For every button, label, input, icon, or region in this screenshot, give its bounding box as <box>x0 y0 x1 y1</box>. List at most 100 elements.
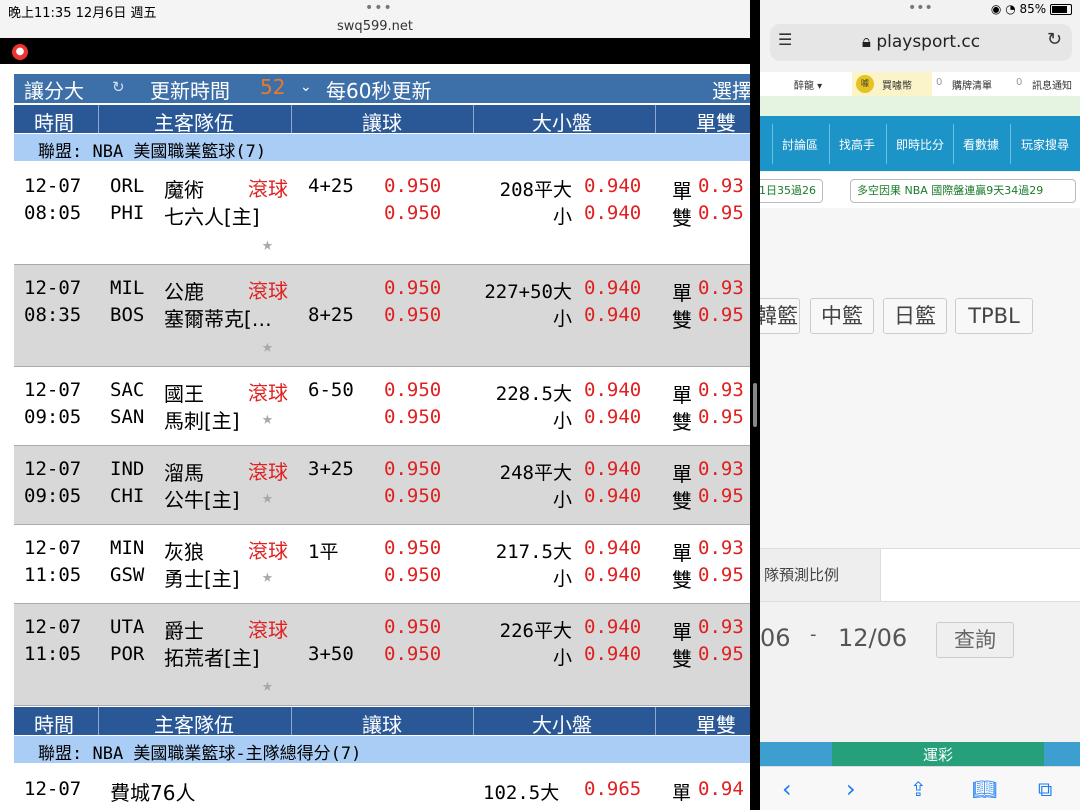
marquee-item[interactable]: 1日35過26 <box>760 179 823 203</box>
odd-odds[interactable]: 0.94 <box>698 778 744 800</box>
home-code: CHI <box>110 485 145 507</box>
refresh-icon[interactable]: ↻ <box>112 78 125 96</box>
nav-forum[interactable]: 討論區 <box>782 136 818 153</box>
right-url[interactable]: playsport.cc <box>876 32 980 52</box>
odd-odds[interactable]: 0.93 <box>698 379 744 401</box>
table-row[interactable]: 12-07 費城76人 102.5大 0.965 單 0.94 <box>14 764 750 810</box>
spread-odds-home[interactable]: 0.950 <box>384 304 441 326</box>
over-odds[interactable]: 0.940 <box>584 537 641 559</box>
favorite-star-icon[interactable]: ★ <box>262 487 273 508</box>
game-row[interactable]: 12-07 08:05 ORL 魔術 PHI 七六人[主] 滾球 4+25 0.… <box>14 163 750 264</box>
total-line: 217.5大 <box>495 541 572 563</box>
back-icon[interactable]: ‹ <box>782 775 792 803</box>
under-odds[interactable]: 0.940 <box>584 202 641 224</box>
query-button[interactable]: 查詢 <box>936 622 1014 658</box>
live-badge[interactable]: 滾球 <box>248 614 288 643</box>
league-button-korea[interactable]: 韓籃 <box>760 298 800 334</box>
cart-link[interactable]: 購牌清單 <box>952 77 992 92</box>
spread-odds-away[interactable]: 0.950 <box>384 537 441 559</box>
notice-link[interactable]: 訊息通知 <box>1032 77 1072 92</box>
live-badge[interactable]: 滾球 <box>248 275 288 304</box>
buy-coin-area[interactable]: 噱 買噱幣 <box>852 72 932 96</box>
even-odds[interactable]: 0.95 <box>698 304 744 326</box>
league-button-tpbl[interactable]: TPBL <box>955 298 1033 334</box>
split-handle[interactable] <box>753 383 757 427</box>
spread-odds-away[interactable]: 0.950 <box>384 277 441 299</box>
tabs-icon[interactable]: ⧉ <box>1038 777 1052 801</box>
over-odds[interactable]: 0.940 <box>584 277 641 299</box>
forward-icon[interactable]: › <box>846 775 856 803</box>
favorite-star-icon[interactable]: ★ <box>262 675 273 696</box>
favorite-star-icon[interactable]: ★ <box>262 408 273 429</box>
odd-odds[interactable]: 0.93 <box>698 277 744 299</box>
nav-find-experts[interactable]: 找高手 <box>839 136 875 153</box>
nav-stats[interactable]: 看數據 <box>963 136 999 153</box>
under-odds[interactable]: 0.940 <box>584 485 641 507</box>
bookmarks-icon[interactable]: 📖︎ <box>972 777 997 801</box>
over-odds[interactable]: 0.940 <box>584 458 641 480</box>
col-time: 時間 <box>34 713 74 737</box>
under-odds[interactable]: 0.940 <box>584 643 641 665</box>
even-odds[interactable]: 0.95 <box>698 485 744 507</box>
address-bar[interactable]: ☰ 🔒︎ playsport.cc ↻ <box>770 24 1072 61</box>
over-odds[interactable]: 0.940 <box>584 175 641 197</box>
select-button[interactable]: 選擇 <box>712 75 750 104</box>
nav-live-score[interactable]: 即時比分 <box>896 136 944 153</box>
spread-odds-home[interactable]: 0.950 <box>384 202 441 224</box>
chevron-down-icon[interactable]: ⌄ <box>300 79 312 95</box>
over-odds[interactable]: 0.940 <box>584 379 641 401</box>
live-badge[interactable]: 滾球 <box>248 456 288 485</box>
game-row[interactable]: 12-07 11:05 MIN 灰狼 GSW 勇士[主] 滾球 1平 0.950… <box>14 525 750 603</box>
spread-odds-away[interactable]: 0.950 <box>384 379 441 401</box>
over-odds[interactable]: 0.940 <box>584 616 641 638</box>
league-button-japan[interactable]: 日籃 <box>883 298 947 334</box>
spread-odds-home[interactable]: 0.950 <box>384 406 441 428</box>
total-line: 226平大 <box>499 620 572 642</box>
buy-coin-link[interactable]: 買噱幣 <box>882 77 912 92</box>
tab-prediction-ratio[interactable]: 隊預測比例 <box>760 549 881 601</box>
spread-odds-home[interactable]: 0.950 <box>384 485 441 507</box>
favorite-star-icon[interactable]: ★ <box>262 566 273 587</box>
odd-odds[interactable]: 0.93 <box>698 175 744 197</box>
under-odds[interactable]: 0.940 <box>584 406 641 428</box>
reload-icon[interactable]: ↻ <box>1047 29 1062 50</box>
odd-odds[interactable]: 0.93 <box>698 537 744 559</box>
refresh-interval-select[interactable]: 每60秒更新 <box>326 75 431 104</box>
spread-odds-away[interactable]: 0.950 <box>384 175 441 197</box>
marquee-item[interactable]: 多空因果 NBA 國際盤連贏9天34過29 <box>850 179 1076 203</box>
nav-player-search[interactable]: 玩家搜尋 <box>1021 136 1069 153</box>
even-odds[interactable]: 0.95 <box>698 564 744 586</box>
game-row[interactable]: 12-07 08:35 MIL 公鹿 BOS 塞爾蒂克[… 滾球 8+25 0.… <box>14 265 750 366</box>
odd-odds[interactable]: 0.93 <box>698 458 744 480</box>
left-url[interactable]: swq599.net <box>0 19 750 34</box>
total-odds[interactable]: 0.965 <box>584 778 641 800</box>
spread-odds-home[interactable]: 0.950 <box>384 564 441 586</box>
game-row[interactable]: 12-07 11:05 UTA 爵士 POR 拓荒者[主] 滾球 3+50 0.… <box>14 604 750 705</box>
spread-odds-away[interactable]: 0.950 <box>384 458 441 480</box>
under-odds[interactable]: 0.940 <box>584 564 641 586</box>
date-to[interactable]: 12/06 <box>838 624 907 652</box>
even-odds[interactable]: 0.95 <box>698 406 744 428</box>
favorite-star-icon[interactable]: ★ <box>262 336 273 357</box>
game-row[interactable]: 12-07 09:05 SAC 國王 SAN 馬刺[主] 滾球 6-50 0.9… <box>14 367 750 445</box>
multitask-dots-icon[interactable]: ••• <box>365 0 393 16</box>
lottery-tab[interactable]: 運彩 <box>832 742 1044 766</box>
multitask-dots-icon[interactable]: ••• <box>908 0 933 16</box>
handicap-toggle[interactable]: 讓分大 <box>24 75 84 104</box>
even-odds[interactable]: 0.95 <box>698 643 744 665</box>
odd-odds[interactable]: 0.93 <box>698 616 744 638</box>
league-button-china[interactable]: 中籃 <box>810 298 874 334</box>
favorite-star-icon[interactable]: ★ <box>262 234 273 255</box>
under-odds[interactable]: 0.940 <box>584 304 641 326</box>
share-icon[interactable]: ⇪ <box>910 777 927 801</box>
spread-odds-home[interactable]: 0.950 <box>384 643 441 665</box>
even-odds[interactable]: 0.95 <box>698 202 744 224</box>
site-logo-icon[interactable]: ● <box>12 44 28 60</box>
live-badge[interactable]: 滾球 <box>248 535 288 564</box>
user-menu[interactable]: 醉龍 ▾ <box>794 77 822 92</box>
live-badge[interactable]: 滾球 <box>248 173 288 202</box>
date-from[interactable]: 06 <box>760 624 791 652</box>
spread-odds-away[interactable]: 0.950 <box>384 616 441 638</box>
live-badge[interactable]: 滾球 <box>248 377 288 406</box>
game-row[interactable]: 12-07 09:05 IND 溜馬 CHI 公牛[主] 滾球 3+25 0.9… <box>14 446 750 524</box>
